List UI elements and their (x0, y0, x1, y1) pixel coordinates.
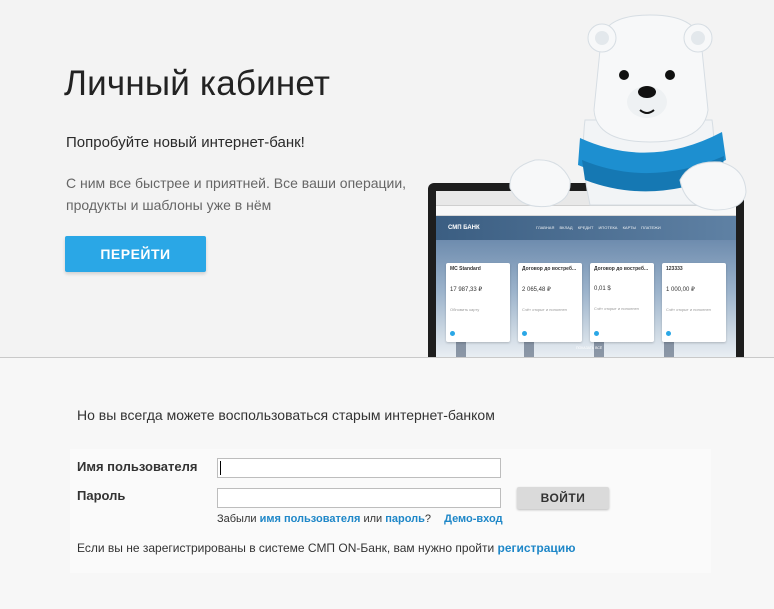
hero-subtitle: Попробуйте новый интернет-банк! (66, 134, 305, 151)
card-status-icon (594, 331, 599, 336)
card-note: Счёт открыт и пополнен (594, 306, 639, 311)
username-label: Имя пользователя (77, 459, 198, 474)
go-to-new-bank-button[interactable]: ПЕРЕЙТИ (65, 236, 206, 272)
product-card: Договор до востреб... 0,01 $ Счёт открыт… (590, 263, 654, 342)
login-button[interactable]: ВОЙТИ (517, 487, 609, 509)
card-note: Счёт открыт и пополнен (522, 307, 567, 312)
bank-logo: СМП БАНК (448, 225, 480, 231)
hero-description: С ним все быстрее и приятней. Все ваши о… (66, 175, 407, 213)
username-input[interactable] (217, 458, 501, 478)
old-bank-intro: Но вы всегда можете воспользоваться стар… (77, 407, 495, 423)
registration-text: Если вы не зарегистрированы в системе СМ… (77, 541, 495, 555)
card-status-icon (522, 331, 527, 336)
card-value: 0,01 $ (594, 286, 611, 292)
polar-bear-mascot-icon (509, 14, 747, 211)
demo-login-link[interactable]: Демо-вход (444, 513, 502, 525)
show-all-link: ПОКАЗАТЬ ВСЁ (576, 346, 603, 350)
forgot-credentials: Забыли имя пользователя или пароль? Демо… (217, 513, 503, 525)
bank-dashboard: MC Standard 17 987,33 ₽ Обновить карту Д… (436, 240, 736, 357)
forgot-prefix: Забыли (217, 513, 257, 525)
card-note: Счёт открыт и пополнен (666, 307, 711, 312)
forgot-username-link[interactable]: имя пользователя (260, 513, 361, 525)
card-title: Договор до востреб... (594, 266, 649, 272)
card-value: 2 065,48 ₽ (522, 287, 551, 293)
card-status-icon (450, 331, 455, 336)
card-value: 1 000,00 ₽ (666, 287, 695, 293)
password-label: Пароль (77, 488, 126, 503)
card-title: 123333 (666, 266, 683, 272)
product-card: 123333 1 000,00 ₽ Счёт открыт и пополнен (662, 263, 726, 342)
product-card: Договор до востреб... 2 065,48 ₽ Счёт от… (518, 263, 582, 342)
card-value: 17 987,33 ₽ (450, 287, 483, 293)
product-card: MC Standard 17 987,33 ₽ Обновить карту (446, 263, 510, 342)
password-input[interactable] (217, 488, 501, 508)
registration-link[interactable]: регистрацию (498, 541, 576, 555)
card-note: Обновить карту (450, 307, 480, 312)
page-title: Личный кабинет (64, 64, 331, 103)
card-status-icon (666, 331, 671, 336)
registration-note: Если вы не зарегистрированы в системе СМ… (77, 541, 575, 555)
card-title: MC Standard (450, 266, 481, 272)
text-caret (220, 461, 221, 475)
forgot-question: ? (424, 513, 432, 525)
forgot-or: или (363, 513, 383, 525)
card-title: Договор до востреб... (522, 266, 577, 272)
forgot-password-link[interactable]: пароль (385, 513, 425, 525)
